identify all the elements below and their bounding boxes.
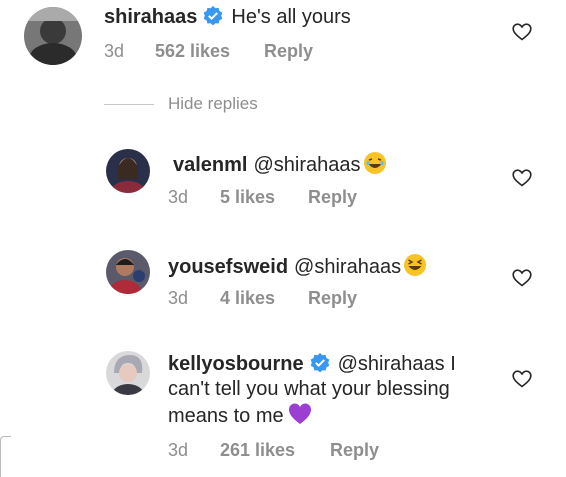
verified-badge-icon (310, 353, 329, 373)
heart-outline-icon[interactable] (512, 370, 532, 388)
heart-outline-icon[interactable] (512, 169, 532, 187)
reply-text-row: yousefsweid @shirahaas (168, 253, 427, 279)
reply-text-line: can't tell you what your blessing (168, 378, 450, 400)
reply-meta: 3d 261 likes Reply (168, 440, 388, 462)
reply-age: 3d (168, 187, 189, 207)
heart-outline-icon[interactable] (512, 23, 532, 41)
mention-link[interactable]: @shirahaas (338, 353, 445, 375)
reply-text-block: kellyosbourne @shirahaas I can't tell you… (168, 352, 508, 429)
reply-text-row: valenml @shirahaas (173, 151, 387, 177)
reply-likes[interactable]: 5 likes (220, 187, 275, 208)
username-kellyosbourne[interactable]: kellyosbourne (168, 353, 304, 375)
avatar-shirahaas[interactable] (24, 7, 82, 65)
hide-replies-divider (104, 104, 154, 105)
reply-likes[interactable]: 4 likes (220, 288, 275, 309)
laughing-emoji-icon (404, 254, 427, 276)
reply-likes[interactable]: 261 likes (220, 440, 295, 461)
username-shirahaas[interactable]: shirahaas (104, 6, 197, 28)
username-yousefsweid[interactable]: yousefsweid (168, 256, 288, 278)
reply-age: 3d (168, 440, 189, 460)
mention-link[interactable]: @shirahaas (253, 154, 360, 176)
hide-replies-button[interactable]: Hide replies (168, 94, 258, 114)
comment-text: He's all yours (231, 6, 351, 28)
reply-text-line: means to me (168, 405, 284, 427)
reply-button[interactable]: Reply (264, 41, 313, 62)
username-valenml[interactable]: valenml (173, 154, 247, 176)
laughing-emoji-icon (363, 152, 386, 174)
reply-meta: 3d 5 likes Reply (168, 187, 368, 209)
purple-heart-emoji-icon (288, 403, 311, 424)
heart-outline-icon[interactable] (512, 269, 532, 287)
reply-button[interactable]: Reply (330, 440, 379, 461)
comment-age: 3d (104, 41, 125, 61)
avatar-kellyosbourne[interactable] (106, 351, 150, 395)
mention-link[interactable]: @shirahaas (294, 256, 401, 278)
screen-corner-frame (0, 436, 11, 477)
comment-text-row: shirahaas He's all yours (104, 5, 351, 29)
avatar-yousefsweid[interactable] (106, 250, 150, 294)
reply-button[interactable]: Reply (308, 288, 357, 309)
reply-button[interactable]: Reply (308, 187, 357, 208)
reply-age: 3d (168, 288, 189, 308)
reply-meta: 3d 4 likes Reply (168, 288, 368, 310)
comment-meta: 3d 562 likes Reply (104, 41, 344, 63)
avatar-valenml[interactable] (106, 149, 150, 193)
comment-likes[interactable]: 562 likes (155, 41, 230, 62)
verified-badge-icon (204, 6, 223, 26)
reply-text-part: I (450, 353, 456, 375)
